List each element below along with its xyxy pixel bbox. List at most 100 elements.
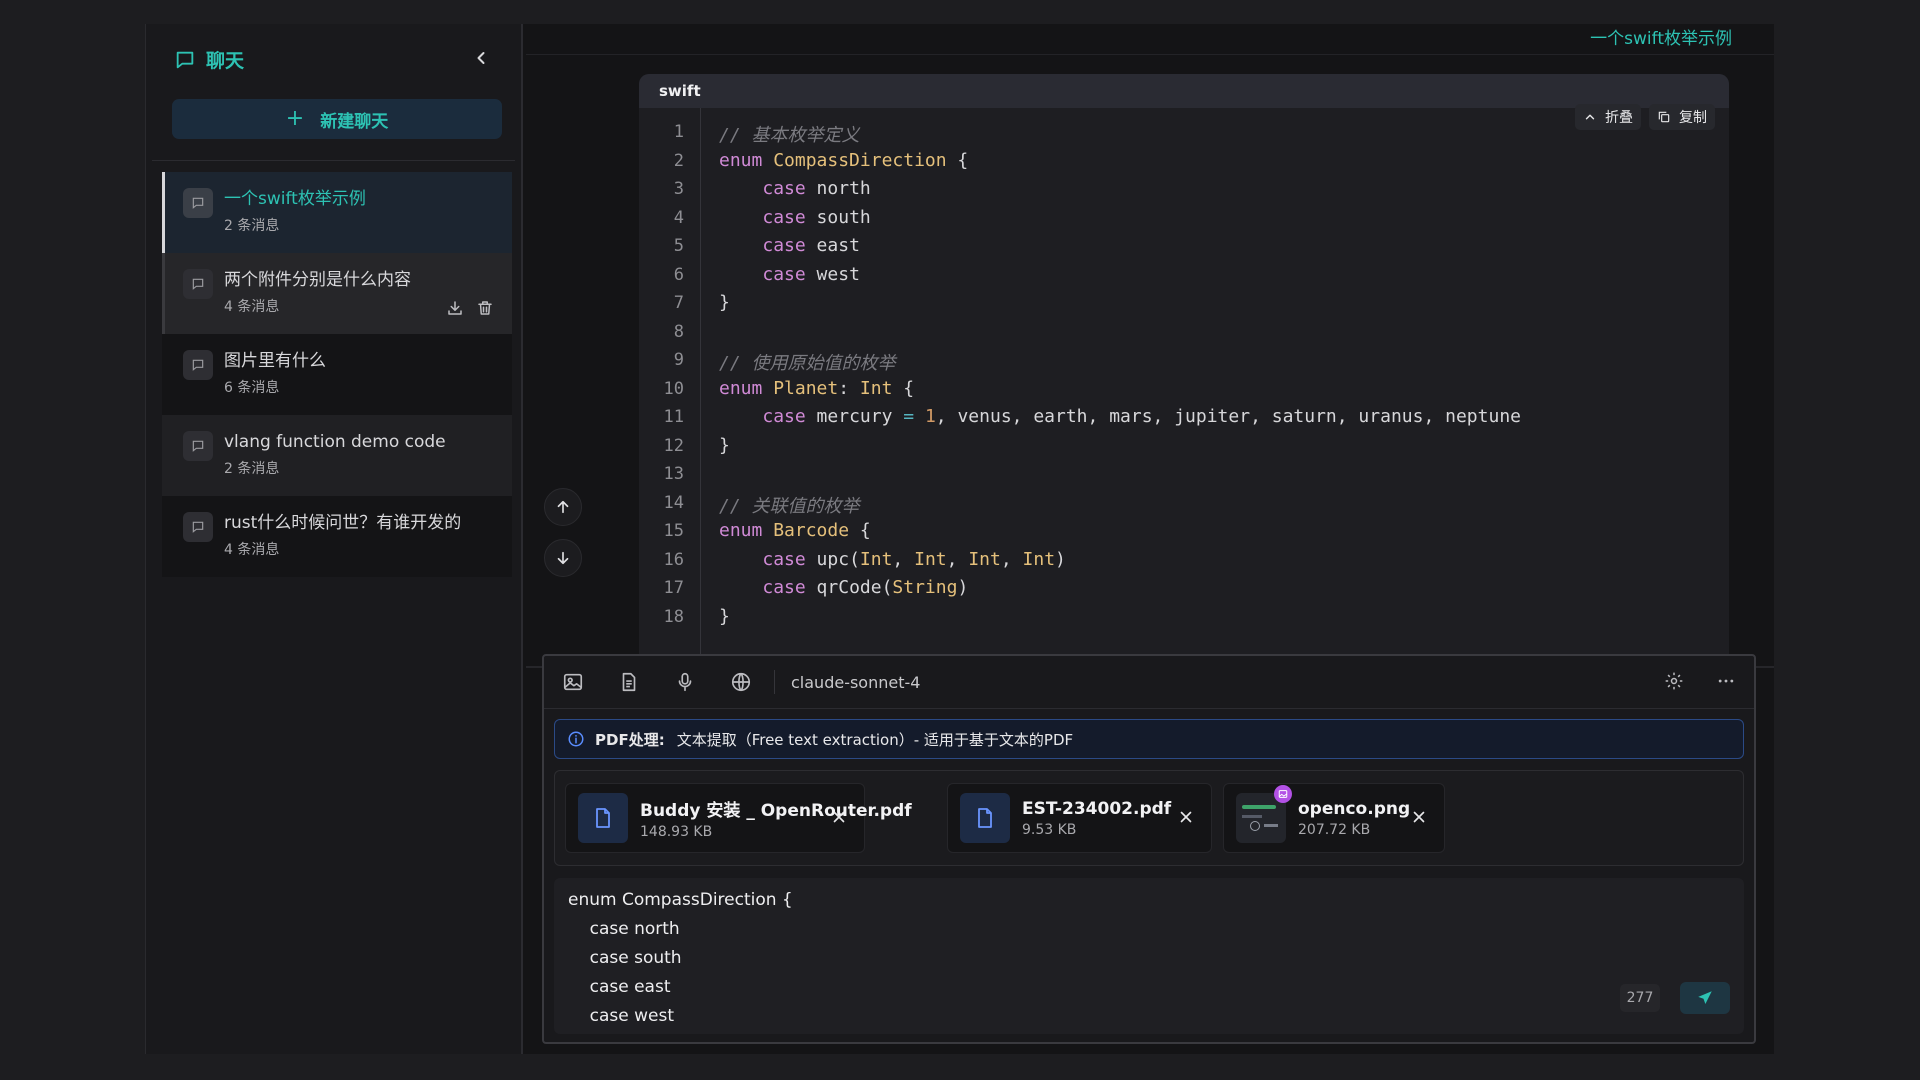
code-line: } xyxy=(719,292,730,313)
attachment-size: 207.72 KB xyxy=(1298,821,1371,838)
line-number: 5 xyxy=(673,236,684,256)
scroll-down-button[interactable] xyxy=(544,539,582,577)
chat-item[interactable]: vlang function demo code 2 条消息 xyxy=(162,415,512,496)
code-line: case south xyxy=(762,206,871,228)
code-line: case mercury = 1, venus, earth, mars, ju… xyxy=(762,406,1521,427)
microphone-icon xyxy=(678,672,692,692)
send-icon xyxy=(1698,991,1712,1004)
message-count: 2 条消息 xyxy=(224,461,280,477)
code-line: enum Planet: Int { xyxy=(719,377,915,399)
sidebar-title: 聊天 xyxy=(206,50,245,72)
input-text-line: enum CompassDirection { xyxy=(568,890,793,910)
pdf-processing-banner: PDF处理: 文本提取（Free text extraction）- 适用于基于… xyxy=(554,719,1744,759)
model-selector[interactable]: claude-sonnet-4 xyxy=(791,673,920,692)
conversation-title: 一个swift枚举示例 xyxy=(1590,29,1732,49)
code-line: // 基本枚举定义 xyxy=(719,125,860,146)
attachment-name: Buddy 安装 _ OpenRouter.pdf xyxy=(640,801,912,821)
chat-bubble-icon xyxy=(183,512,213,542)
chat-title: rust什么时候问世？有谁开发的 xyxy=(224,513,462,533)
file-icon xyxy=(960,793,1010,843)
more-icon[interactable] xyxy=(1716,671,1736,691)
divider xyxy=(526,54,1774,55)
image-upload-button[interactable] xyxy=(562,671,584,693)
attachment-size: 148.93 KB xyxy=(640,824,713,840)
line-number: 14 xyxy=(663,492,684,513)
code-line: case east xyxy=(762,235,860,256)
chat-item[interactable]: rust什么时候问世？有谁开发的 4 条消息 xyxy=(162,496,512,577)
code-line: enum CompassDirection { xyxy=(719,149,969,171)
file-icon xyxy=(578,793,628,843)
chat-title: 两个附件分别是什么内容 xyxy=(224,270,411,290)
attachment-card[interactable]: Buddy 安装 _ OpenRouter.pdf 148.93 KB xyxy=(565,783,912,853)
line-number: 15 xyxy=(663,521,684,541)
download-icon[interactable] xyxy=(446,299,464,317)
code-line: } xyxy=(719,434,730,456)
code-line: } xyxy=(719,605,730,627)
image-thumbnail xyxy=(1236,785,1292,843)
scroll-up-button[interactable] xyxy=(544,488,582,526)
line-number: 18 xyxy=(663,606,684,627)
chat-bubble-icon xyxy=(183,269,213,299)
attachment-name: EST-234002.pdf xyxy=(1022,798,1172,819)
chat-bubble-icon xyxy=(183,431,213,461)
document-icon xyxy=(622,672,636,692)
image-icon xyxy=(1274,785,1292,803)
remove-attachment-button[interactable] xyxy=(830,808,848,826)
attachment-name: openco.png xyxy=(1298,798,1411,819)
trash-icon[interactable] xyxy=(476,299,494,317)
attachments: Buddy 安装 _ OpenRouter.pdf 148.93 KB EST-… xyxy=(554,770,1744,866)
gear-icon[interactable] xyxy=(1664,671,1684,691)
chat-item[interactable]: 两个附件分别是什么内容 4 条消息 xyxy=(162,253,512,334)
new-chat-button[interactable]: + 新建聊天 xyxy=(172,99,502,139)
composer-toolbar: claude-sonnet-4 xyxy=(544,656,1754,708)
code-line: enum Barcode { xyxy=(719,520,871,541)
chat-title: vlang function demo code xyxy=(224,432,446,452)
new-chat-label: 新建聊天 xyxy=(320,111,389,132)
sidebar: 聊天 + 新建聊天 一个swift枚举示例 2 条消息 两个附件分别是什么内容 xyxy=(146,24,523,1054)
collapse-sidebar-button[interactable] xyxy=(471,48,491,68)
message-input[interactable]: enum CompassDirection { case north case … xyxy=(554,878,1744,1034)
message-count: 4 条消息 xyxy=(224,299,280,315)
divider xyxy=(152,160,515,161)
attachment-card[interactable]: openco.png 207.72 KB xyxy=(1223,783,1445,853)
line-number: 11 xyxy=(663,407,684,427)
divider xyxy=(544,708,1754,709)
info-icon xyxy=(568,731,584,747)
message-count: 4 条消息 xyxy=(224,542,280,558)
code-line: case upc(Int, Int, Int, Int) xyxy=(762,548,1066,570)
remove-attachment-button[interactable] xyxy=(1177,808,1195,826)
line-number: 17 xyxy=(663,578,684,598)
code-line: case north xyxy=(762,178,871,199)
web-search-button[interactable] xyxy=(730,671,752,693)
chat-bubble-icon xyxy=(183,188,213,218)
attachment-card[interactable]: EST-234002.pdf 9.53 KB xyxy=(947,783,1212,853)
chat-list: 一个swift枚举示例 2 条消息 两个附件分别是什么内容 4 条消息 图片里有… xyxy=(162,172,512,577)
code-line: case qrCode(String) xyxy=(762,577,969,598)
code-line: case west xyxy=(762,263,860,285)
code-line: // 关联值的枚举 xyxy=(719,495,860,517)
voice-input-button[interactable] xyxy=(674,671,696,693)
character-count: 277 xyxy=(1620,984,1660,1012)
code-content: 1 2 3 4 5 6 7 8 9 10 11 12 13 14 15 16 1 xyxy=(639,108,1729,666)
close-icon xyxy=(1180,811,1192,823)
chat-item[interactable]: 图片里有什么 6 条消息 xyxy=(162,334,512,415)
code-language: swift xyxy=(639,74,1729,108)
input-text-line: case north xyxy=(568,919,680,939)
chat-bubble-icon xyxy=(183,350,213,380)
divider xyxy=(774,670,775,694)
message-count: 2 条消息 xyxy=(224,218,280,234)
pdf-mode-text: 文本提取（Free text extraction）- 适用于基于文本的PDF xyxy=(676,730,1074,749)
globe-icon xyxy=(731,672,751,692)
arrow-down-icon xyxy=(557,551,569,565)
line-number: 7 xyxy=(673,293,684,313)
send-button[interactable] xyxy=(1680,982,1730,1014)
remove-attachment-button[interactable] xyxy=(1410,808,1428,826)
input-text-line: case west xyxy=(568,1006,674,1026)
image-icon xyxy=(563,673,583,691)
document-upload-button[interactable] xyxy=(618,671,640,693)
input-text-line: case south xyxy=(568,948,682,968)
line-number: 2 xyxy=(673,150,684,171)
line-number: 1 xyxy=(673,122,684,142)
chat-item[interactable]: 一个swift枚举示例 2 条消息 xyxy=(162,172,512,253)
chat-title: 图片里有什么 xyxy=(224,351,326,371)
